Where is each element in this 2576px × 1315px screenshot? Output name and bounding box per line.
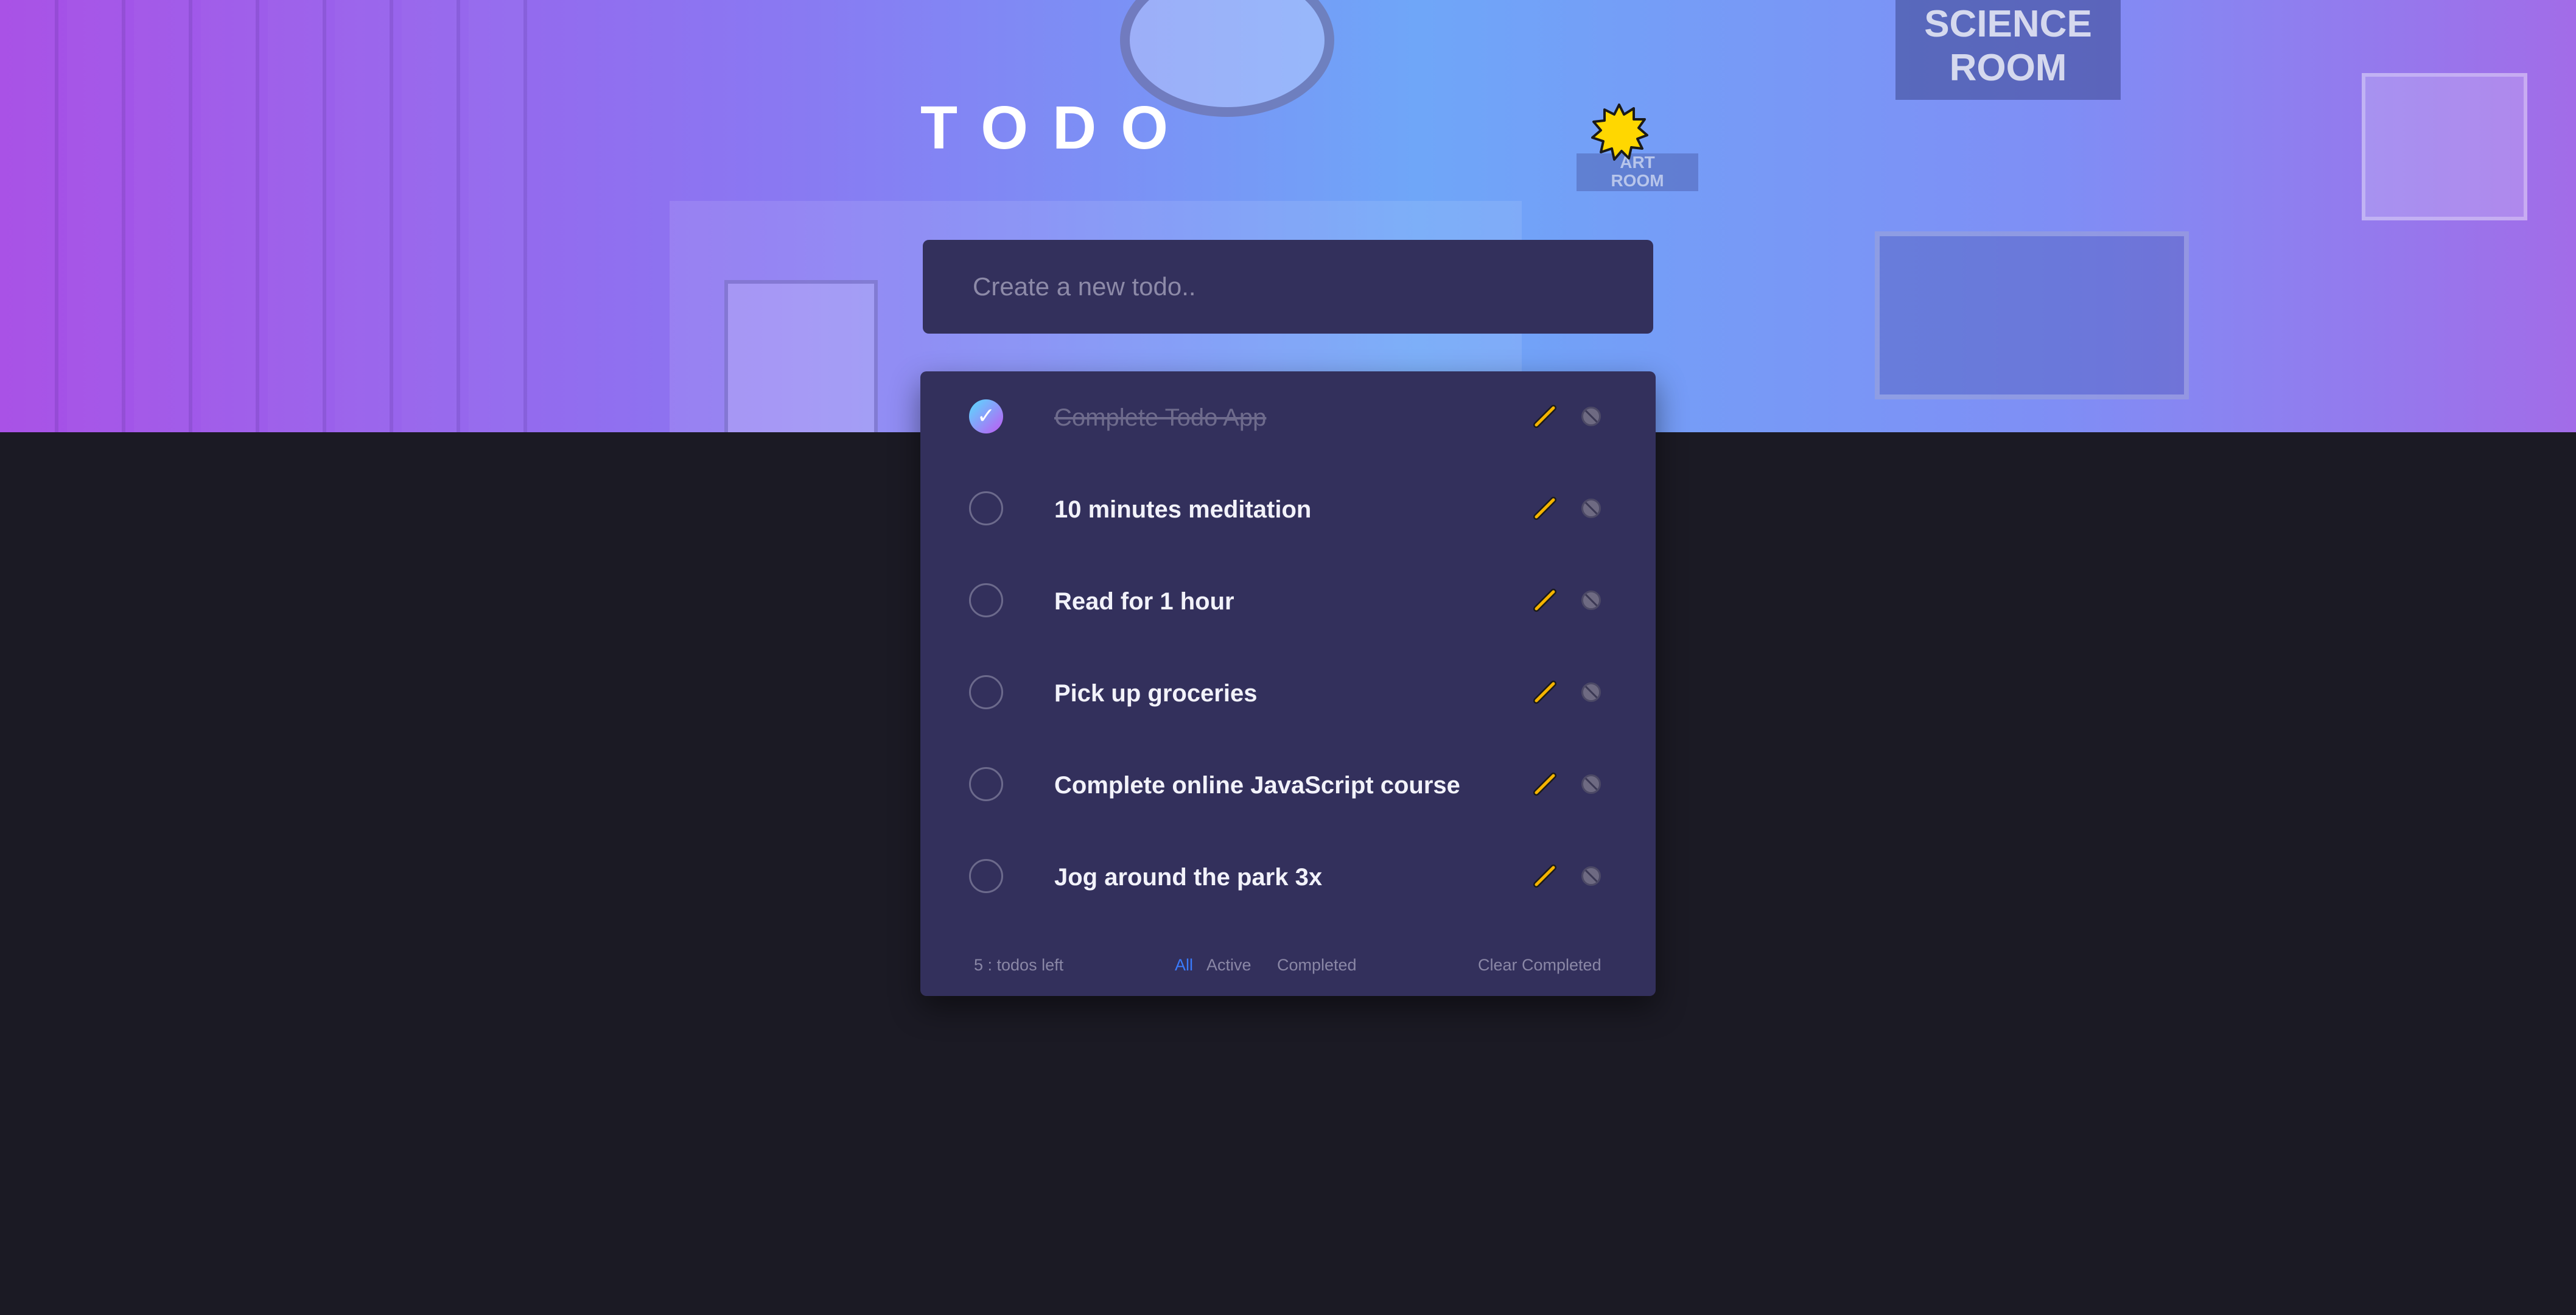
pencil-icon <box>1533 405 1556 428</box>
filter-active[interactable]: Active <box>1206 956 1251 975</box>
clear-completed-button[interactable]: Clear Completed <box>1478 956 1601 975</box>
door-illustration <box>724 280 878 432</box>
todo-item: ✓ Complete Todo App <box>920 371 1656 463</box>
sign2-line-2: ROOM <box>1611 171 1664 190</box>
new-todo-input[interactable] <box>971 272 1653 302</box>
todo-text[interactable]: Jog around the park 3x <box>1054 859 1322 896</box>
todo-list: ✓ Complete Todo App 10 minutes meditatio… <box>920 371 1656 996</box>
edit-button[interactable] <box>1531 679 1558 706</box>
edit-button[interactable] <box>1531 863 1558 889</box>
shelf-illustration <box>1875 231 2189 399</box>
app-title: TODO <box>920 94 1193 162</box>
todo-checkbox[interactable] <box>969 859 1003 893</box>
todo-item: Jog around the park 3x <box>920 831 1656 923</box>
science-room-sign: SCIENCE ROOM <box>1895 0 2121 100</box>
window-illustration <box>2362 73 2527 220</box>
todo-checkbox[interactable] <box>969 675 1003 709</box>
lockers-illustration <box>0 0 670 432</box>
edit-button[interactable] <box>1531 495 1558 522</box>
todo-checkbox[interactable]: ✓ <box>969 399 1003 433</box>
todo-checkbox[interactable] <box>969 583 1003 617</box>
delete-button[interactable] <box>1581 774 1601 794</box>
todo-text[interactable]: Complete online JavaScript course <box>1054 767 1460 804</box>
todo-item: Complete online JavaScript course <box>920 739 1656 831</box>
theme-toggle-button[interactable] <box>1589 102 1650 163</box>
checkmark-icon: ✓ <box>976 404 996 429</box>
todo-checkbox[interactable] <box>969 767 1003 801</box>
pencil-icon <box>1533 589 1556 612</box>
hero-banner: SCIENCE ROOM ART ROOM <box>0 0 2576 432</box>
items-left-count: 5 : todos left <box>974 956 1064 974</box>
sign-line-2: ROOM <box>1949 47 2067 89</box>
todo-footer: 5 : todos left All Active Completed Clea… <box>920 944 1656 992</box>
todo-text[interactable]: 10 minutes meditation <box>1054 491 1311 528</box>
edit-button[interactable] <box>1531 587 1558 614</box>
delete-button[interactable] <box>1581 682 1601 702</box>
sun-icon <box>1591 103 1648 161</box>
pencil-icon <box>1533 864 1556 888</box>
delete-button[interactable] <box>1581 591 1601 610</box>
delete-button[interactable] <box>1581 407 1601 426</box>
new-todo-field[interactable] <box>923 240 1653 334</box>
todo-text[interactable]: Complete Todo App <box>1054 399 1266 436</box>
edit-button[interactable] <box>1531 403 1558 430</box>
filter-all[interactable]: All <box>1175 956 1193 975</box>
todo-item: Read for 1 hour <box>920 555 1656 647</box>
pencil-icon <box>1533 773 1556 796</box>
todo-text[interactable]: Read for 1 hour <box>1054 583 1234 620</box>
pencil-icon <box>1533 497 1556 520</box>
todo-checkbox[interactable] <box>969 491 1003 525</box>
sign-line-1: SCIENCE <box>1924 3 2092 45</box>
delete-button[interactable] <box>1581 499 1601 518</box>
delete-button[interactable] <box>1581 866 1601 886</box>
todo-text[interactable]: Pick up groceries <box>1054 675 1257 712</box>
filter-completed[interactable]: Completed <box>1277 956 1357 975</box>
pencil-icon <box>1533 681 1556 704</box>
todo-item: Pick up groceries <box>920 647 1656 739</box>
edit-button[interactable] <box>1531 771 1558 798</box>
todo-item: 10 minutes meditation <box>920 463 1656 555</box>
